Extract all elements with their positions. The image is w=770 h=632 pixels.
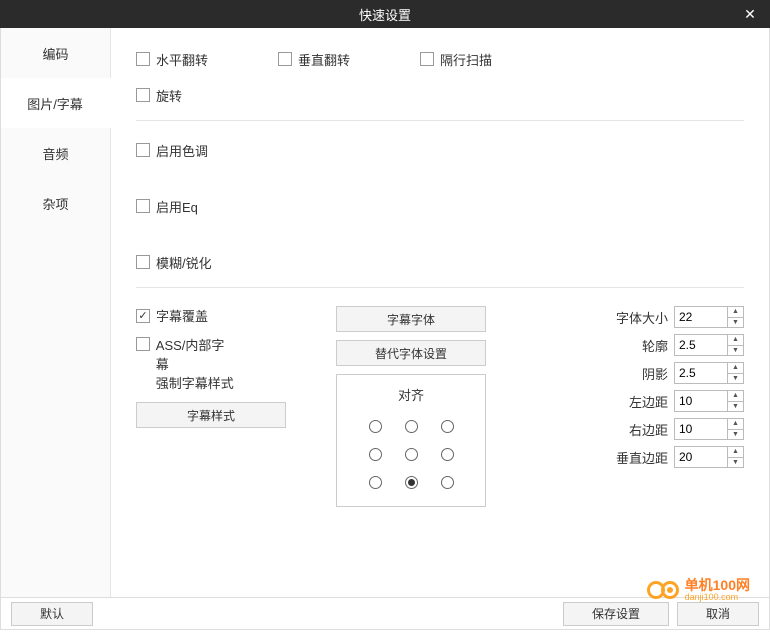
align-radio-1[interactable] (405, 420, 418, 433)
spinner-shadow[interactable]: ▲▼ (674, 362, 744, 384)
content-area: 编码 图片/字幕 音频 杂项 水平翻转 垂直翻转 隔行扫描 旋转 启用色调 启用… (0, 28, 770, 598)
checkbox-hue[interactable]: 启用色调 (136, 141, 208, 160)
close-icon: ✕ (744, 6, 756, 23)
checkbox-icon (136, 337, 150, 351)
alignment-group: 对齐 (336, 374, 486, 507)
divider (136, 120, 744, 121)
footer-bar: 默认 保存设置 取消 (0, 598, 770, 630)
chevron-up-icon[interactable]: ▲ (728, 419, 743, 430)
chevron-down-icon[interactable]: ▼ (728, 458, 743, 468)
window-title: 快速设置 (359, 5, 411, 24)
numeric-fields: 字体大小 ▲▼ 轮廓 ▲▼ 阴影 ▲▼ 左边距 ▲▼ 右边距 ▲▼ 垂直边距 ▲… (616, 306, 744, 468)
align-radio-2[interactable] (441, 420, 454, 433)
tab-image-subtitle[interactable]: 图片/字幕 (1, 78, 111, 128)
alt-font-button[interactable]: 替代字体设置 (336, 340, 486, 366)
checkbox-blur[interactable]: 模糊/锐化 (136, 253, 212, 272)
align-radio-7[interactable] (405, 476, 418, 489)
tab-list: 编码 图片/字幕 音频 杂项 (1, 28, 111, 597)
label-margin-r: 右边距 (616, 420, 668, 439)
align-radio-8[interactable] (441, 476, 454, 489)
input-shadow[interactable] (675, 363, 727, 383)
label-margin-l: 左边距 (616, 392, 668, 411)
watermark-url: danji100.com (685, 592, 750, 602)
tab-misc[interactable]: 杂项 (1, 178, 110, 228)
chevron-up-icon[interactable]: ▲ (728, 363, 743, 374)
checkbox-icon (136, 88, 150, 102)
checkbox-icon (136, 52, 150, 66)
checkbox-icon (136, 199, 150, 213)
tab-encode[interactable]: 编码 (1, 28, 110, 78)
divider (136, 287, 744, 288)
align-radio-3[interactable] (369, 448, 382, 461)
default-button[interactable]: 默认 (11, 602, 93, 626)
alignment-title: 对齐 (357, 385, 465, 404)
checkbox-icon (136, 143, 150, 157)
chevron-up-icon[interactable]: ▲ (728, 391, 743, 402)
align-radio-6[interactable] (369, 476, 382, 489)
input-margin-l[interactable] (675, 391, 727, 411)
input-font-size[interactable] (675, 307, 727, 327)
chevron-up-icon[interactable]: ▲ (728, 335, 743, 346)
input-margin-r[interactable] (675, 419, 727, 439)
checkbox-icon (136, 255, 150, 269)
spinner-margin-r[interactable]: ▲▼ (674, 418, 744, 440)
spinner-margin-v[interactable]: ▲▼ (674, 446, 744, 468)
checkbox-force-style[interactable]: ASS/内部字幕强制字幕样式 (136, 335, 236, 392)
chevron-down-icon[interactable]: ▼ (728, 318, 743, 328)
spinner-font-size[interactable]: ▲▼ (674, 306, 744, 328)
subtitle-font-button[interactable]: 字幕字体 (336, 306, 486, 332)
watermark-icon (647, 579, 681, 601)
label-shadow: 阴影 (616, 364, 668, 383)
label-outline: 轮廓 (616, 336, 668, 355)
checkbox-vflip[interactable]: 垂直翻转 (278, 50, 350, 69)
save-button[interactable]: 保存设置 (563, 602, 669, 626)
watermark-name: 单机100网 (685, 578, 750, 592)
checkbox-sub-override[interactable]: ✓字幕覆盖 (136, 306, 236, 325)
subtitle-style-button[interactable]: 字幕样式 (136, 402, 286, 428)
input-outline[interactable] (675, 335, 727, 355)
alignment-grid (357, 412, 465, 496)
spinner-margin-l[interactable]: ▲▼ (674, 390, 744, 412)
label-margin-v: 垂直边距 (616, 448, 668, 467)
title-bar: 快速设置 ✕ (0, 0, 770, 28)
spinner-outline[interactable]: ▲▼ (674, 334, 744, 356)
tab-audio[interactable]: 音频 (1, 128, 110, 178)
chevron-down-icon[interactable]: ▼ (728, 430, 743, 440)
checkbox-interlace[interactable]: 隔行扫描 (420, 50, 492, 69)
watermark: 单机100网 danji100.com (647, 578, 750, 602)
align-radio-0[interactable] (369, 420, 382, 433)
checkbox-rotate[interactable]: 旋转 (136, 86, 182, 105)
chevron-up-icon[interactable]: ▲ (728, 447, 743, 458)
close-button[interactable]: ✕ (730, 0, 770, 28)
checkbox-icon (420, 52, 434, 66)
checkbox-eq[interactable]: 启用Eq (136, 197, 198, 216)
cancel-button[interactable]: 取消 (677, 602, 759, 626)
label-font-size: 字体大小 (616, 308, 668, 327)
align-radio-5[interactable] (441, 448, 454, 461)
chevron-down-icon[interactable]: ▼ (728, 346, 743, 356)
align-radio-4[interactable] (405, 448, 418, 461)
chevron-up-icon[interactable]: ▲ (728, 307, 743, 318)
chevron-down-icon[interactable]: ▼ (728, 374, 743, 384)
input-margin-v[interactable] (675, 447, 727, 467)
checkbox-hflip[interactable]: 水平翻转 (136, 50, 208, 69)
checkbox-checked-icon: ✓ (136, 309, 150, 323)
settings-panel: 水平翻转 垂直翻转 隔行扫描 旋转 启用色调 启用Eq 模糊/锐化 ✓字幕覆盖 … (111, 28, 769, 597)
checkbox-icon (278, 52, 292, 66)
chevron-down-icon[interactable]: ▼ (728, 402, 743, 412)
